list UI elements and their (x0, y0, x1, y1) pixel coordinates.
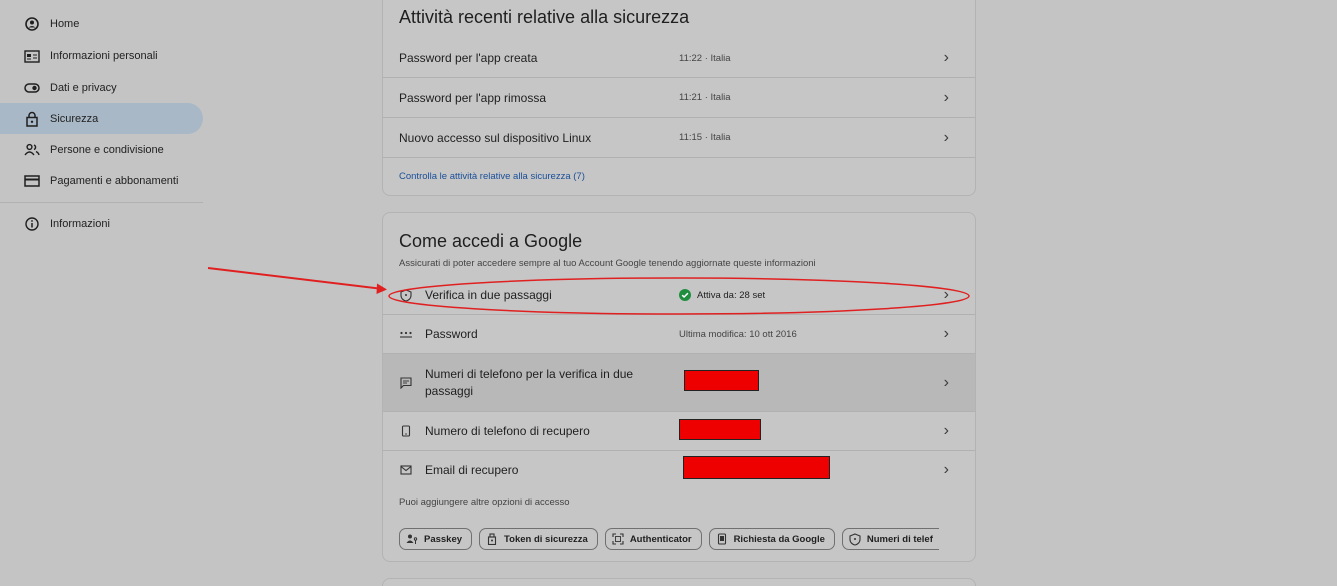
security-key-icon (486, 533, 498, 545)
account-circle-icon (24, 16, 40, 32)
chip-label: Token di sicurezza (504, 533, 588, 545)
sidebar-item-label: Persone e condivisione (50, 143, 164, 156)
signin-option-chips: Passkey Token di sicurezza Authenticator… (399, 528, 939, 550)
activity-time: 11:21 · Italia (679, 92, 731, 103)
activity-label: Nuovo accesso sul dispositivo Linux (399, 130, 592, 145)
credit-card-icon (24, 173, 40, 189)
chevron-right-icon: › (943, 286, 949, 303)
shield-icon (849, 532, 861, 546)
activity-time: 11:22 · Italia (679, 52, 731, 64)
passkey-icon (406, 533, 418, 545)
signin-row-2sv[interactable]: Verifica in due passaggi Attiva da: 28 s… (383, 276, 975, 314)
chevron-right-icon: › (943, 373, 949, 391)
security-key-chip[interactable]: Token di sicurezza (479, 528, 598, 550)
message-icon (399, 376, 413, 390)
lock-icon (24, 111, 40, 127)
chevron-right-icon: › (943, 325, 949, 342)
row-label: Numeri di telefono per la verifica in du… (425, 366, 634, 398)
recent-security-activity-card: Attività recenti relative alla sicurezza… (382, 0, 976, 196)
chevron-right-icon: › (943, 128, 949, 146)
row-label: Password (425, 326, 478, 341)
redaction-box (679, 419, 761, 440)
sidebar-item-label: Pagamenti e abbonamenti (50, 174, 179, 187)
next-card (382, 578, 976, 586)
toggle-icon (24, 80, 40, 96)
divider (383, 157, 975, 158)
card-subtitle: Assicurati di poter accedere sempre al t… (399, 258, 816, 269)
authenticator-chip[interactable]: Authenticator (604, 528, 702, 550)
signin-card: Come accedi a Google Assicurati di poter… (382, 212, 976, 562)
shield-icon (399, 288, 413, 302)
phone-numbers-chip[interactable]: Numeri di telef (841, 528, 939, 550)
card-title: Attività recenti relative alla sicurezza (399, 7, 690, 27)
chip-label: Passkey (424, 533, 463, 545)
redaction-box (684, 370, 759, 391)
phone-icon (399, 424, 413, 438)
row-label: Email di recupero (425, 462, 519, 477)
id-card-icon (24, 48, 40, 64)
google-prompt-chip[interactable]: Richiesta da Google (708, 528, 835, 550)
more-options-label: Puoi aggiungere altre opzioni di accesso (399, 497, 570, 508)
activity-row[interactable]: Nuovo accesso sul dispositivo Linux 11:1… (383, 118, 975, 157)
chip-label: Richiesta da Google (733, 533, 825, 545)
row-label: Verifica in due passaggi (425, 287, 552, 302)
activity-time: 11:15 · Italia (679, 132, 731, 143)
sidebar-item-label: Informazioni personali (50, 49, 158, 62)
chevron-right-icon: › (943, 461, 949, 478)
phone-prompt-icon (716, 533, 728, 545)
redaction-box (683, 456, 830, 479)
sidebar-item-label: Sicurezza (50, 112, 99, 125)
sidebar-nav: Home Informazioni personali Dati e priva… (0, 0, 210, 586)
sidebar-item-data-privacy[interactable]: Dati e privacy (0, 72, 203, 103)
sidebar-item-label: Dati e privacy (50, 81, 117, 94)
people-icon (24, 142, 40, 158)
mail-icon (399, 463, 413, 477)
signin-row-2sv-phones[interactable]: Numeri di telefono per la verifica in du… (383, 354, 975, 411)
password-dots-icon (399, 327, 413, 341)
sidebar-item-personal-info[interactable]: Informazioni personali (0, 40, 203, 71)
activity-row[interactable]: Password per l'app rimossa 11:21 · Itali… (383, 78, 975, 117)
sidebar-item-home[interactable]: Home (0, 8, 203, 39)
check-circle-icon (679, 289, 691, 301)
row-label: Numero di telefono di recupero (425, 423, 590, 438)
chip-label: Numeri di telef (866, 533, 933, 545)
qr-code-icon (612, 533, 624, 545)
sidebar-item-people-sharing[interactable]: Persone e condivisione (0, 134, 203, 165)
sidebar-item-label: Informazioni (50, 217, 110, 230)
status-text: Attiva da: 28 set (697, 289, 766, 301)
chevron-right-icon: › (943, 88, 949, 106)
status-value: Attiva da: 28 set (679, 289, 765, 301)
chip-label: Authenticator (629, 533, 692, 545)
sidebar-divider (0, 202, 203, 203)
activity-label: Password per l'app rimossa (399, 90, 547, 105)
info-icon (24, 216, 40, 232)
card-title: Come accedi a Google (399, 231, 583, 251)
chevron-right-icon: › (943, 49, 949, 66)
signin-row-recovery-email[interactable]: Email di recupero › (383, 451, 975, 489)
passkey-chip[interactable]: Passkey (399, 528, 473, 550)
annotation-arrow (207, 267, 387, 294)
sidebar-item-security[interactable]: Sicurezza (0, 103, 203, 134)
review-security-activity-link[interactable]: Controlla le attività relative alla sicu… (399, 171, 585, 182)
signin-row-password[interactable]: Password Ultima modifica: 10 ott 2016 › (383, 315, 975, 353)
activity-label: Password per l'app creata (399, 51, 538, 65)
sidebar-item-payments[interactable]: Pagamenti e abbonamenti (0, 165, 203, 196)
activity-row[interactable]: Password per l'app creata 11:22 · Italia… (383, 39, 975, 77)
sidebar-item-about[interactable]: Informazioni (0, 208, 203, 239)
row-value: Ultima modifica: 10 ott 2016 (679, 328, 797, 340)
sidebar-item-label: Home (50, 17, 80, 30)
chevron-right-icon: › (943, 422, 949, 439)
